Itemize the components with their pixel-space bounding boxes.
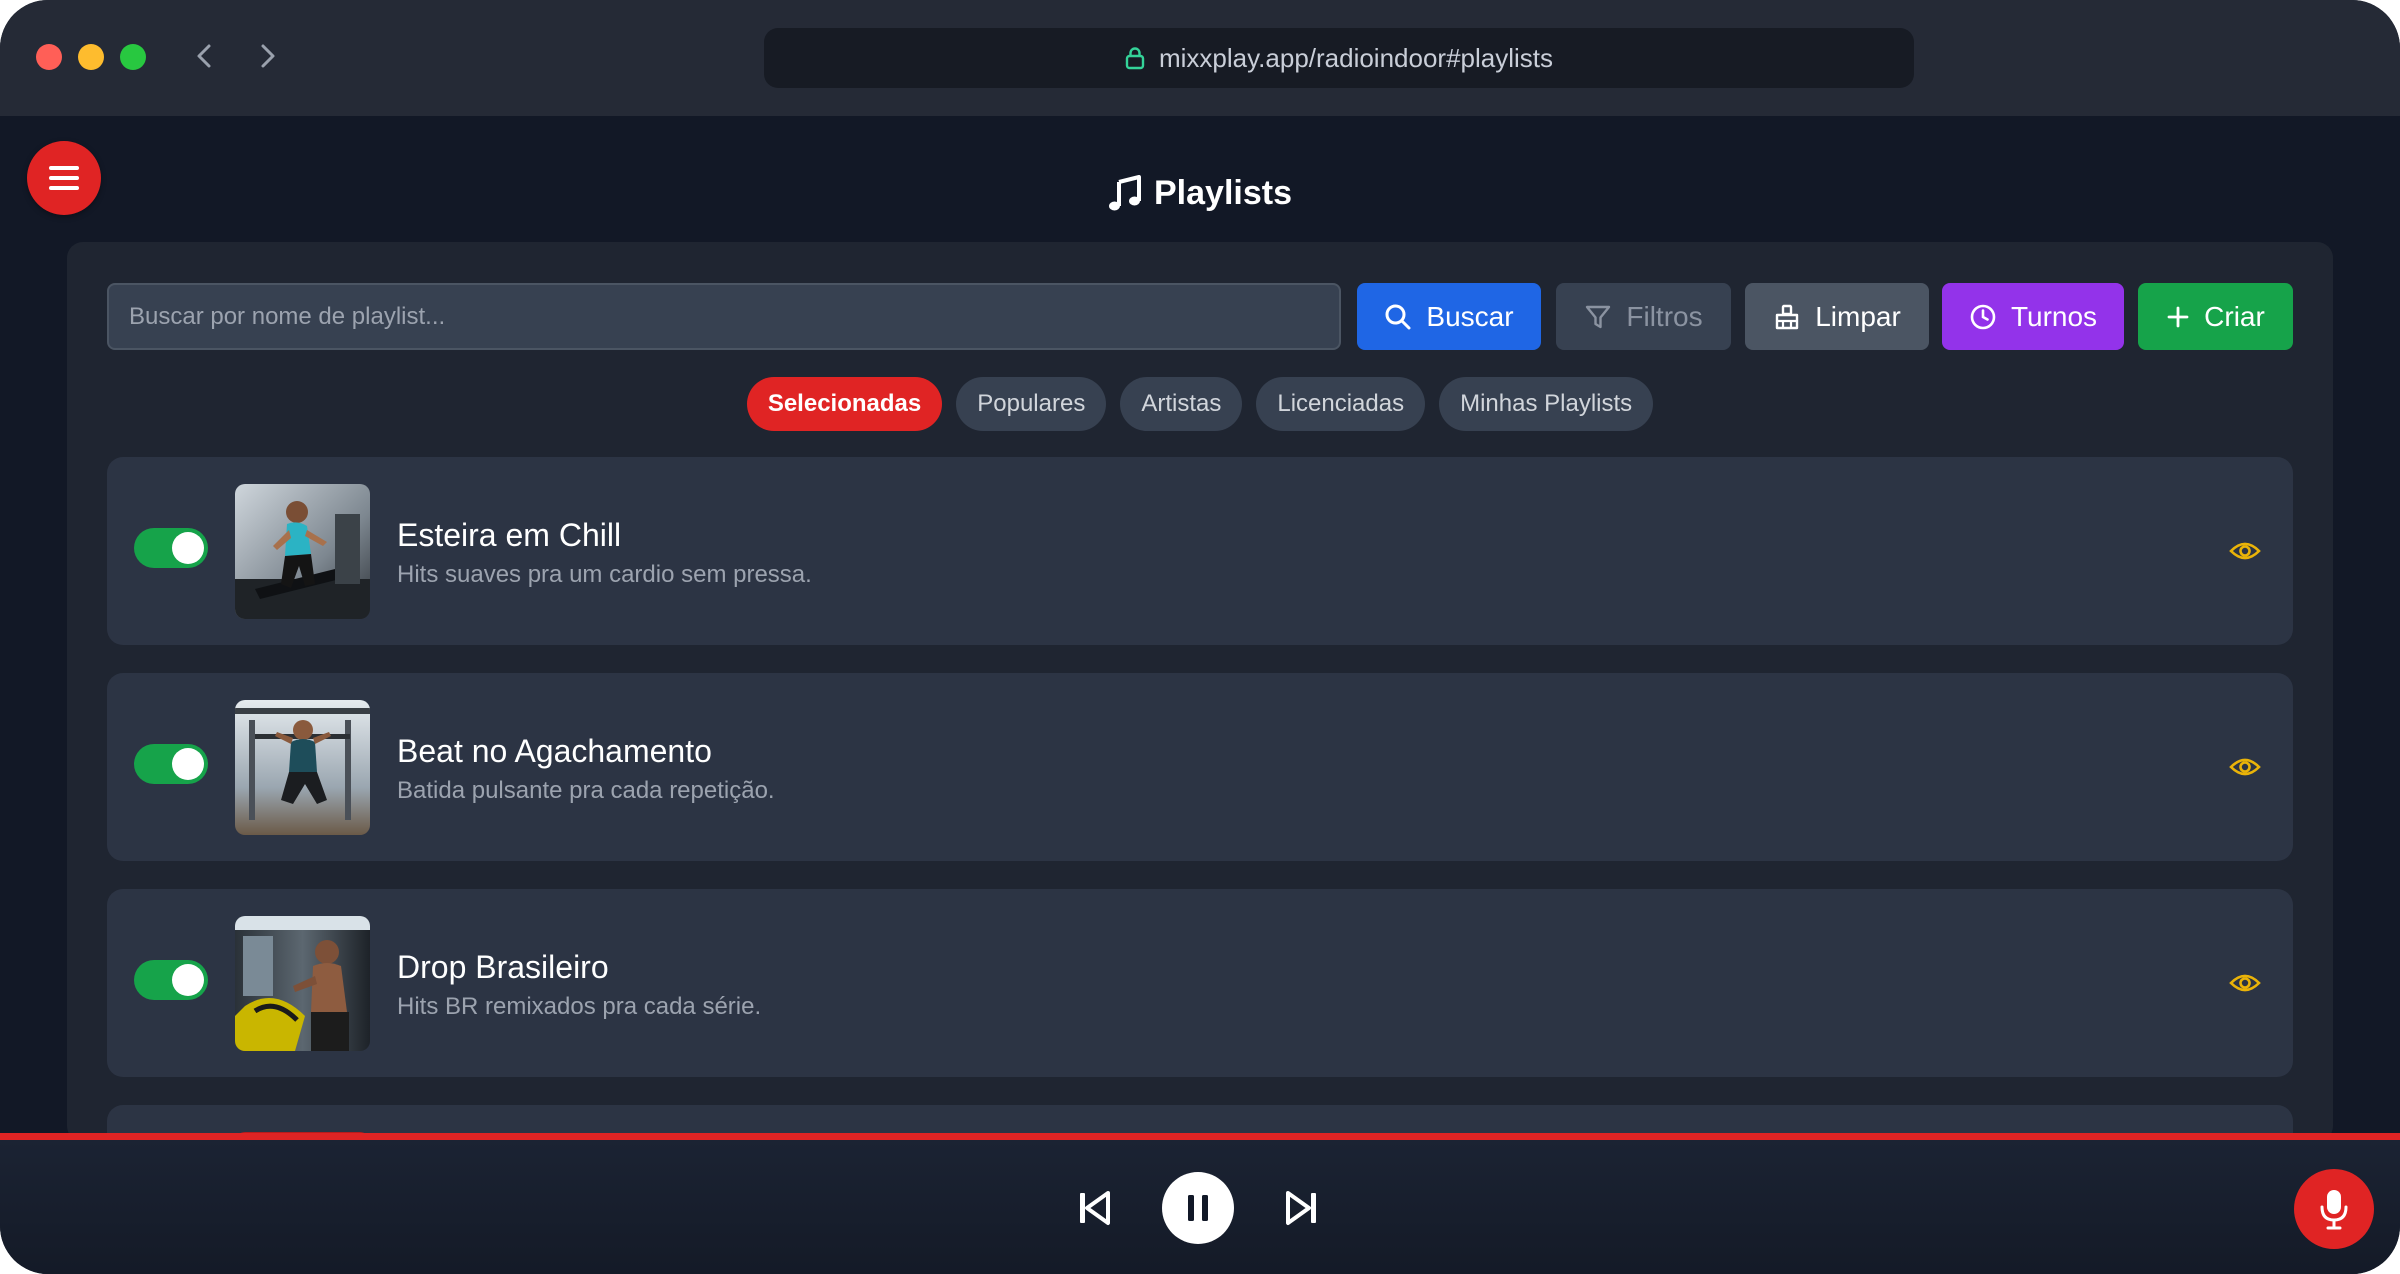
forward-button[interactable] <box>248 36 288 76</box>
pause-icon <box>1188 1195 1208 1221</box>
minimize-window-button[interactable] <box>78 44 104 70</box>
url-text: mixxplay.app/radioindoor#playlists <box>1158 42 1554 73</box>
clear-button-label: Limpar <box>1815 300 1901 332</box>
clock-icon <box>1970 304 1996 329</box>
browser-window: mixxplay.app/radioindoor#playlists Playl… <box>0 0 2400 1274</box>
player-progress-bar[interactable] <box>0 1133 2400 1140</box>
playlist-title: Esteira em Chill <box>397 517 622 553</box>
playlist-card[interactable]: Esteira em Chill Hits suaves pra um card… <box>107 457 2293 645</box>
previous-track-button[interactable] <box>1072 1186 1116 1230</box>
playlist-title: Drop Brasileiro <box>397 949 609 985</box>
tab-minhas-playlists[interactable]: Minhas Playlists <box>1439 377 1654 431</box>
maximize-window-button[interactable] <box>120 44 146 70</box>
filters-button[interactable]: Filtros <box>1556 283 1731 350</box>
view-playlist-button[interactable] <box>2227 533 2263 569</box>
tab-selecionadas[interactable]: Selecionadas <box>746 377 943 431</box>
category-tabs: Selecionadas Populares Artistas Licencia… <box>67 377 2333 431</box>
page-title: Playlists <box>0 168 2400 218</box>
playlist-toggle[interactable] <box>134 960 208 1000</box>
create-button[interactable]: Criar <box>2138 283 2293 350</box>
search-button-label: Buscar <box>1426 300 1514 332</box>
playlist-list: Esteira em Chill Hits suaves pra um card… <box>107 457 2293 1142</box>
close-window-button[interactable] <box>36 44 62 70</box>
next-track-button[interactable] <box>1280 1186 1324 1230</box>
music-note-icon <box>1109 175 1141 211</box>
playlist-toggle[interactable] <box>134 528 208 568</box>
playlist-cover-image <box>235 484 370 619</box>
shifts-button-label: Turnos <box>2010 300 2098 332</box>
eye-icon <box>2229 974 2261 992</box>
chevron-right-icon <box>261 44 275 68</box>
search-icon <box>1385 304 1411 329</box>
broom-icon <box>1776 304 1799 329</box>
playlist-toggle[interactable] <box>134 744 208 784</box>
microphone-icon <box>2320 1190 2348 1230</box>
lock-icon <box>1125 47 1145 70</box>
playlists-panel: Buscar Filtros Limpar Turnos Criar Selec… <box>67 242 2333 1142</box>
playlist-card[interactable]: Beat no Agachamento Batida pulsante pra … <box>107 673 2293 861</box>
tab-artistas[interactable]: Artistas <box>1120 377 1243 431</box>
view-playlist-button[interactable] <box>2227 965 2263 1001</box>
shifts-button[interactable]: Turnos <box>1942 283 2124 350</box>
eye-icon <box>2229 542 2261 560</box>
search-button[interactable]: Buscar <box>1357 283 1541 350</box>
filter-icon <box>1586 305 1611 328</box>
playlist-description: Hits suaves pra um cardio sem pressa. <box>397 561 812 588</box>
playlist-cover-image <box>235 700 370 835</box>
address-bar[interactable]: mixxplay.app/radioindoor#playlists <box>764 28 1914 88</box>
create-button-label: Criar <box>2204 300 2265 332</box>
back-button[interactable] <box>184 36 224 76</box>
skip-forward-icon <box>1286 1191 1316 1225</box>
playlist-cover-image <box>235 916 370 1051</box>
filters-button-label: Filtros <box>1626 300 1703 332</box>
playlist-description: Batida pulsante pra cada repetição. <box>397 777 775 804</box>
clear-button[interactable]: Limpar <box>1745 283 1929 350</box>
view-playlist-button[interactable] <box>2227 749 2263 785</box>
chevron-left-icon <box>197 44 211 68</box>
tab-populares[interactable]: Populares <box>956 377 1107 431</box>
skip-back-icon <box>1080 1191 1110 1225</box>
eye-icon <box>2229 758 2261 776</box>
player-bar <box>0 1140 2400 1274</box>
search-input[interactable] <box>107 283 1341 350</box>
playlist-card[interactable]: Drop Brasileiro Hits BR remixados pra ca… <box>107 889 2293 1077</box>
playlist-title: Beat no Agachamento <box>397 733 712 769</box>
microphone-button[interactable] <box>2294 1169 2374 1249</box>
browser-toolbar: mixxplay.app/radioindoor#playlists <box>0 0 2400 116</box>
page-title-text: Playlists <box>1154 173 1292 212</box>
plus-icon <box>2167 306 2189 327</box>
tab-licenciadas[interactable]: Licenciadas <box>1256 377 1426 431</box>
play-pause-button[interactable] <box>1162 1172 1234 1244</box>
playlist-description: Hits BR remixados pra cada série. <box>397 993 762 1020</box>
